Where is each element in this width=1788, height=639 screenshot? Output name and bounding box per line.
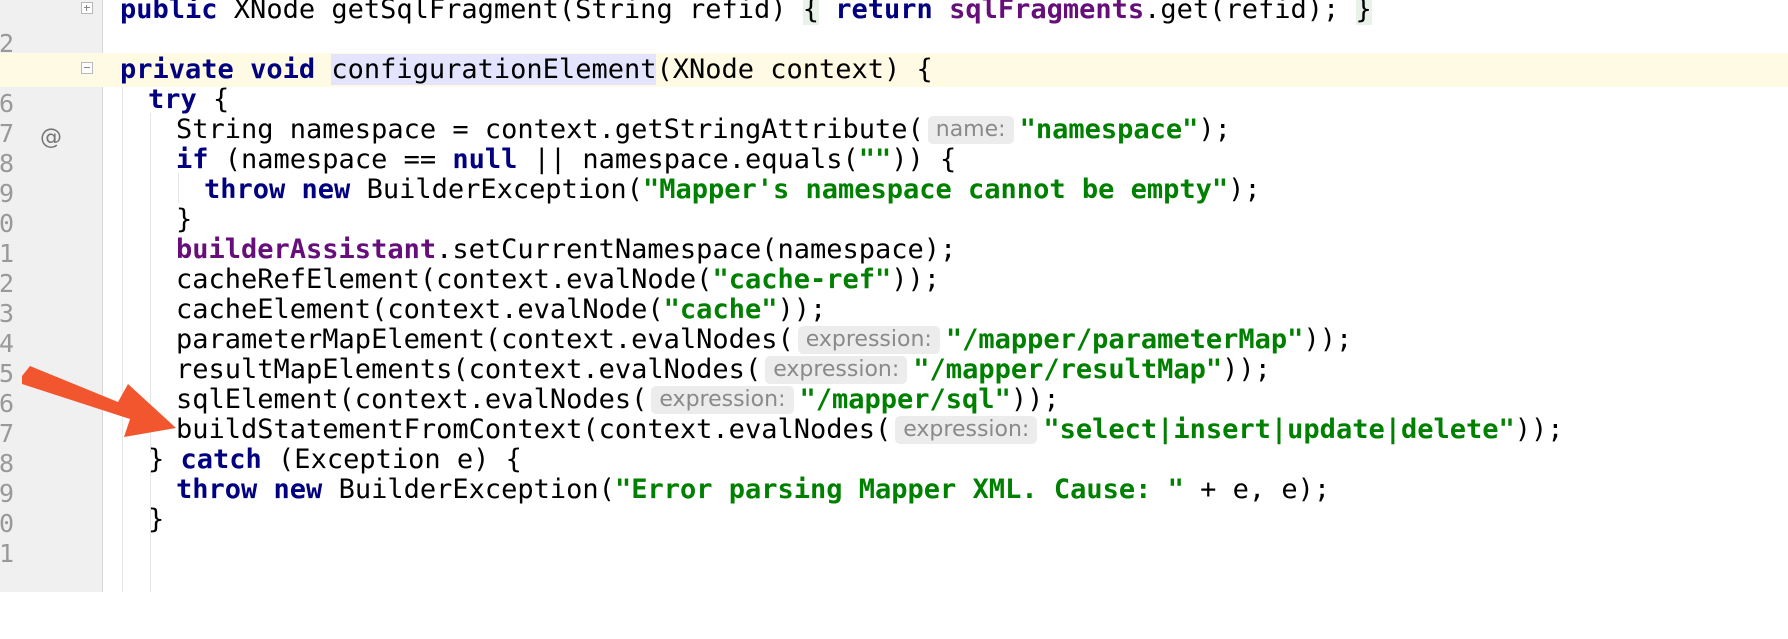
red-arrow-annotation (22, 366, 176, 437)
code-editor[interactable]: 02 public XNode getSqlFragment(String re… (0, 0, 1788, 592)
